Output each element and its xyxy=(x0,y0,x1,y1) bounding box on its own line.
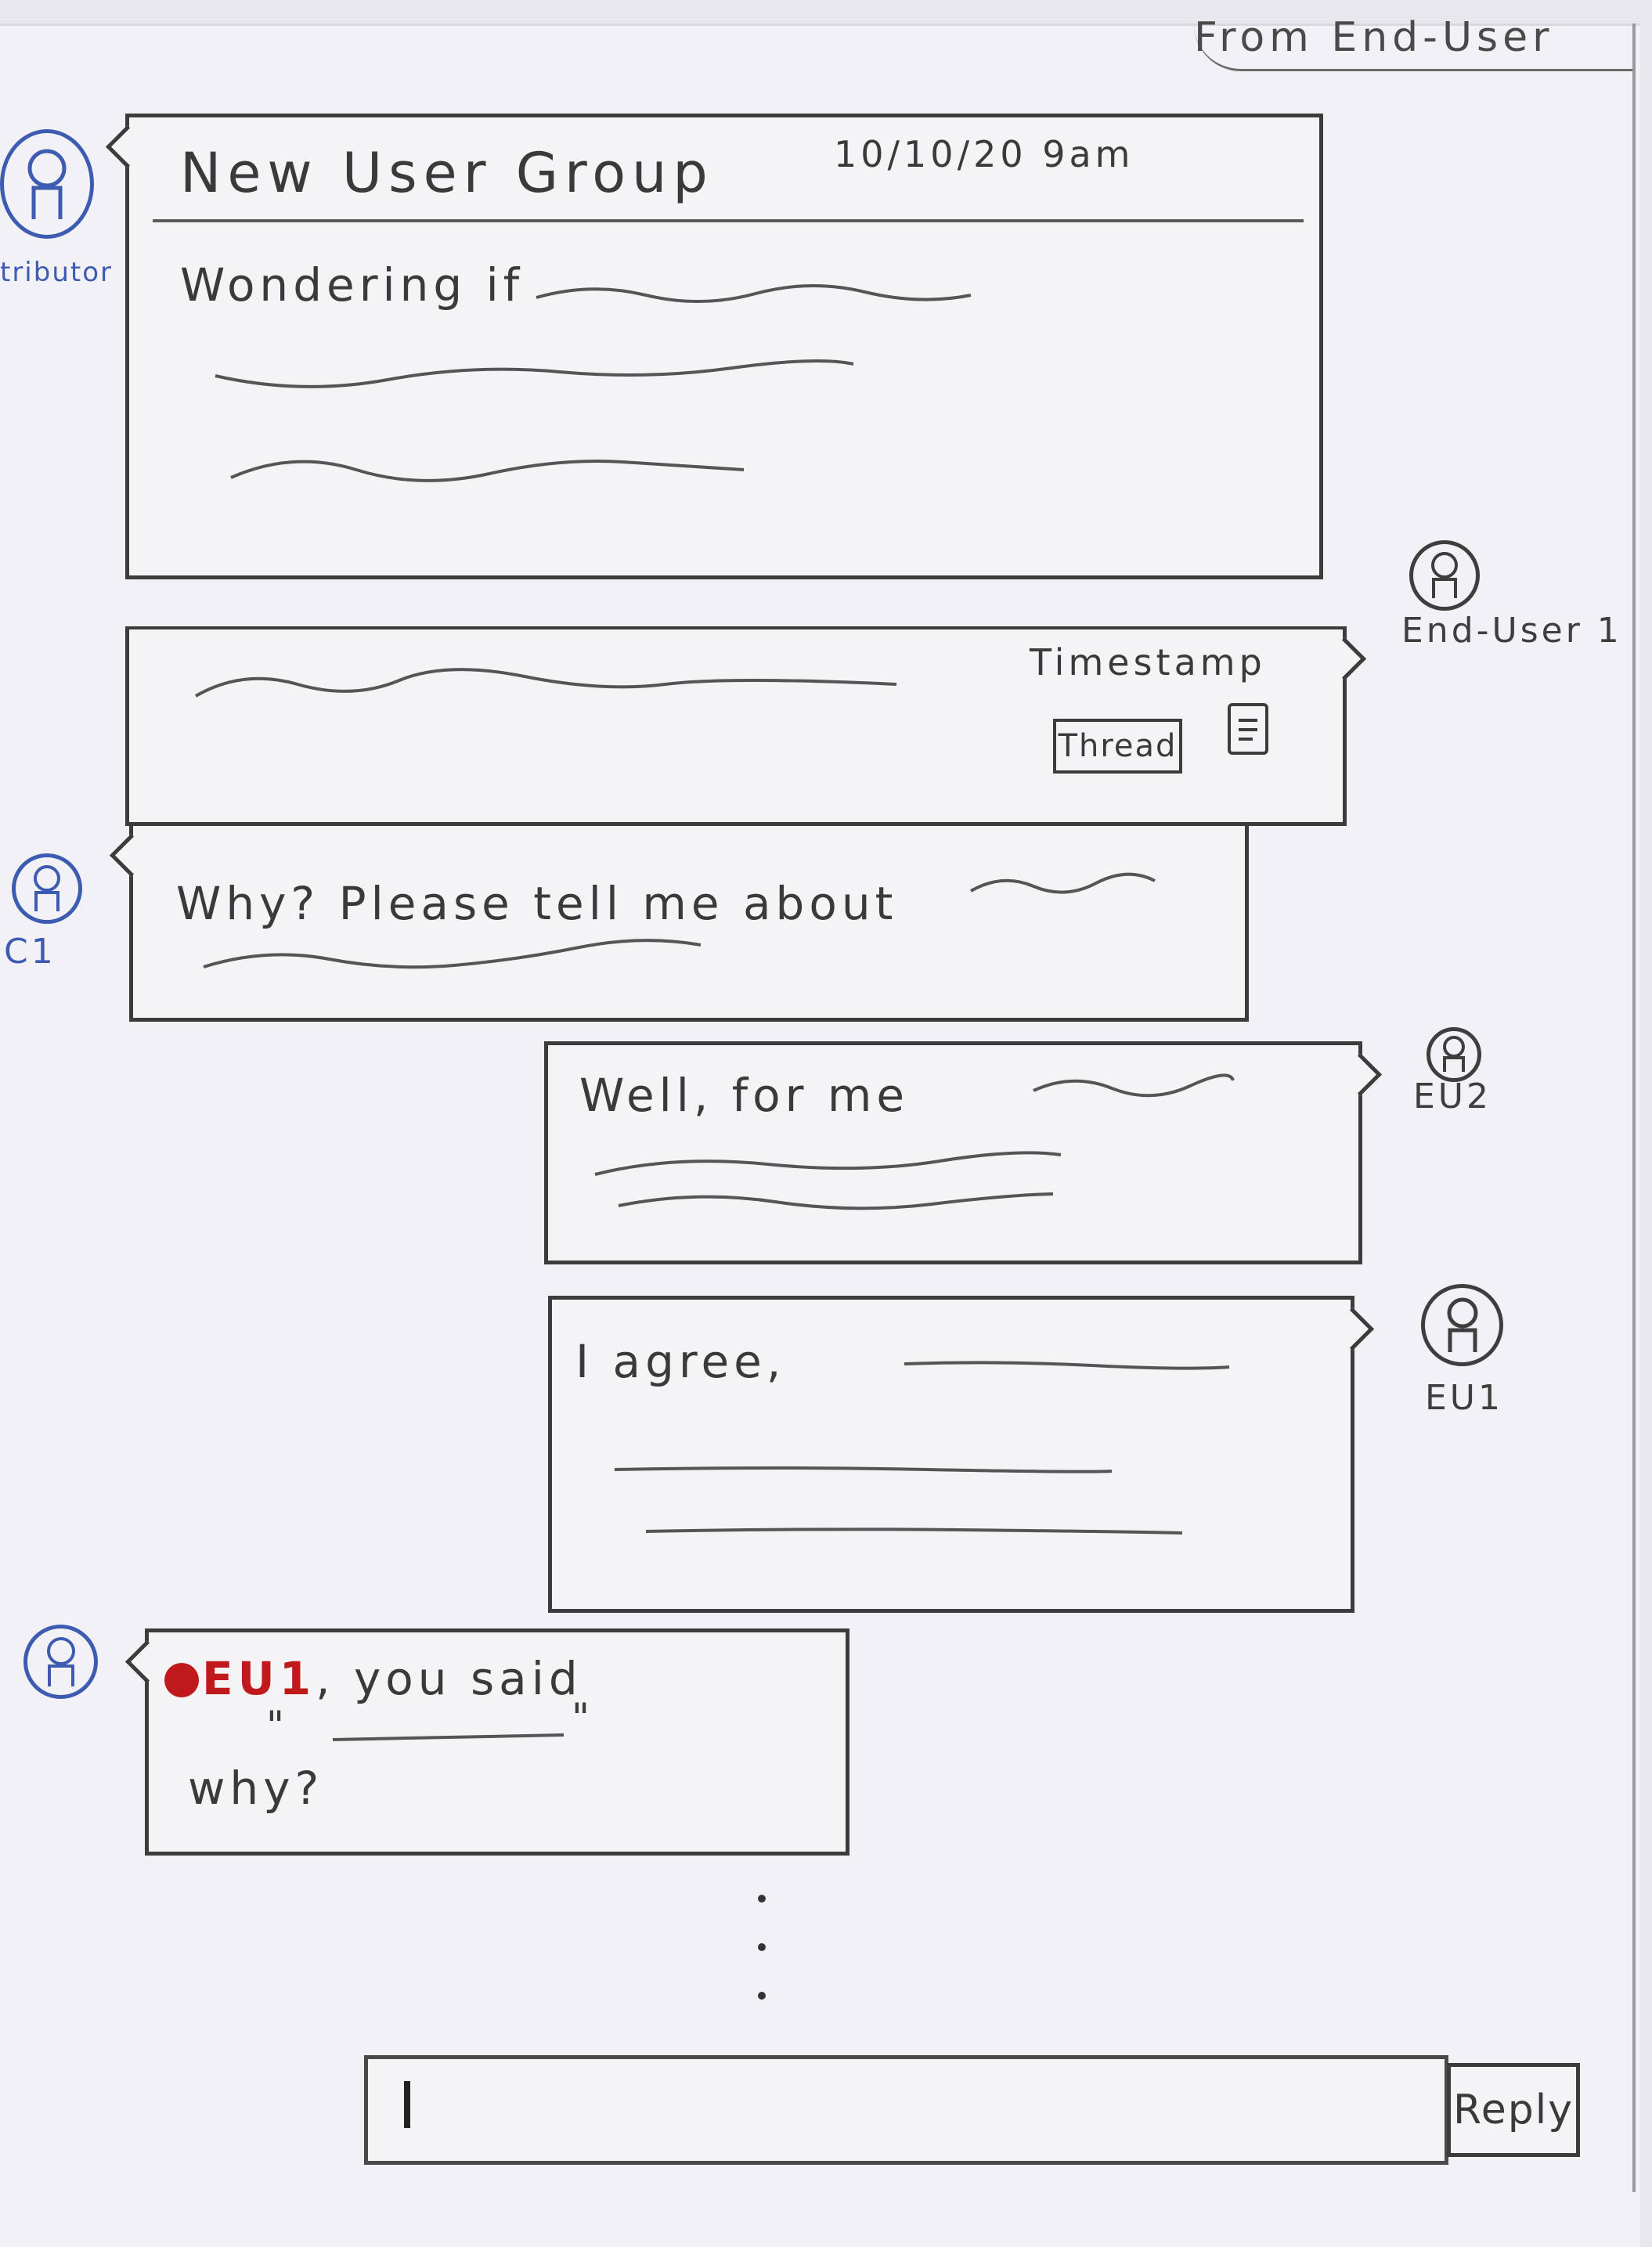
user-label: End-User 1 xyxy=(1401,611,1622,651)
reply-bubble: I agree, xyxy=(548,1296,1375,1613)
text-placeholder-line xyxy=(1033,1073,1235,1098)
user-label: tributor xyxy=(0,257,113,288)
post-body-text: Wondering if xyxy=(180,258,525,312)
avatar-icon[interactable] xyxy=(12,853,82,924)
text-placeholder-line xyxy=(203,939,702,969)
text-placeholder-line xyxy=(904,1361,1230,1370)
text-placeholder-line xyxy=(536,284,972,303)
reply-text: Why? Please tell me about xyxy=(176,877,898,930)
mention-line: EU1, you said xyxy=(164,1652,583,1705)
text-placeholder-line xyxy=(594,1151,1062,1176)
text-placeholder-line xyxy=(614,1466,1113,1473)
mention-at-icon xyxy=(164,1663,199,1697)
title-divider xyxy=(153,219,1304,222)
avatar-icon[interactable] xyxy=(1427,1027,1481,1082)
text-placeholder-line xyxy=(230,460,745,482)
document-icon[interactable] xyxy=(1228,703,1268,755)
user-label: C1 xyxy=(4,932,56,972)
reply-text: I agree, xyxy=(575,1335,786,1388)
reply-timestamp: Timestamp xyxy=(1030,641,1266,683)
user-label: EU2 xyxy=(1413,1077,1491,1116)
text-placeholder-line xyxy=(215,359,854,388)
avatar-icon[interactable] xyxy=(0,129,94,239)
reply-input[interactable] xyxy=(364,2055,1448,2165)
text-placeholder-line xyxy=(194,668,897,698)
header-caption: From End-User xyxy=(1194,14,1632,71)
reply-bubble: Well, for me xyxy=(544,1041,1383,1264)
post-bubble: New User Group 10/10/20 9am Wondering if xyxy=(105,114,1323,579)
text-placeholder-line xyxy=(332,1733,564,1741)
quote-open-mark: " xyxy=(266,1703,289,1748)
text-cursor xyxy=(404,2081,410,2128)
reply-bubble: Why? Please tell me about xyxy=(109,822,1249,1022)
avatar-icon[interactable] xyxy=(1409,540,1480,611)
text-placeholder-line xyxy=(618,1192,1054,1210)
text-placeholder-line xyxy=(970,872,1156,894)
reply-button[interactable]: Reply xyxy=(1447,2063,1580,2157)
user-label: EU1 xyxy=(1425,1378,1503,1418)
reply-bubble: EU1, you said " " why? xyxy=(124,1628,849,1856)
post-timestamp: 10/10/20 9am xyxy=(834,133,1134,175)
thread-button[interactable]: Thread xyxy=(1053,719,1182,774)
quote-close-mark: " xyxy=(572,1695,594,1740)
more-messages-indicator xyxy=(758,1895,767,2040)
reply-text-second-line: why? xyxy=(188,1762,324,1815)
reply-text: Well, for me xyxy=(579,1069,910,1122)
avatar-icon[interactable] xyxy=(23,1625,98,1699)
mention-link[interactable]: EU1 xyxy=(202,1652,316,1705)
text-placeholder-line xyxy=(645,1527,1183,1535)
avatar-icon[interactable] xyxy=(1421,1284,1503,1366)
reply-text: , you said xyxy=(316,1652,583,1705)
post-title: New User Group xyxy=(180,141,714,205)
